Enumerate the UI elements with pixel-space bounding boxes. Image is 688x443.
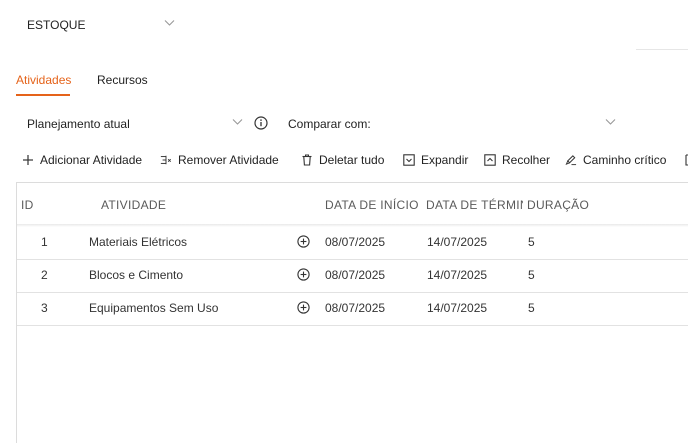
cell-id: 1 [41,235,48,249]
chevron-down-icon[interactable] [164,19,175,27]
chevron-down-icon[interactable] [232,118,243,126]
compare-plan-select[interactable]: Comparar com: [288,117,371,131]
tab-recursos[interactable]: Recursos [97,73,148,87]
collapse-button[interactable]: Recolher [484,152,550,168]
remove-list-icon [160,154,172,166]
add-activity-label: Adicionar Atividade [40,153,143,167]
add-subactivity-icon[interactable] [297,235,310,248]
divider [636,49,688,50]
table-row[interactable]: 3 Equipamentos Sem Uso 08/07/2025 14/07/… [17,292,688,326]
current-plan-select[interactable]: Planejamento atual [27,117,130,131]
cell-duration[interactable]: 5 [528,268,535,282]
cell-start-date[interactable]: 08/07/2025 [325,268,385,282]
cell-activity[interactable]: Materiais Elétricos [89,235,187,249]
column-header-id[interactable]: ID [21,198,34,212]
tab-atividades[interactable]: Atividades [16,73,71,87]
collapse-icon [484,154,496,166]
column-header-duration[interactable]: DURAÇÃO [527,198,589,212]
expand-icon [403,154,415,166]
cell-start-date[interactable]: 08/07/2025 [325,301,385,315]
cell-end-date[interactable]: 14/07/2025 [427,235,487,249]
expand-button[interactable]: Expandir [403,152,468,168]
critical-path-button[interactable]: Caminho crítico [565,152,666,168]
active-tab-indicator [16,94,70,96]
project-select-value: ESTOQUE [27,18,86,32]
remove-activity-label: Remover Atividade [178,153,279,167]
highlighter-icon [565,154,577,166]
plus-icon [22,154,34,166]
cell-end-date[interactable]: 14/07/2025 [427,268,487,282]
cell-start-date[interactable]: 08/07/2025 [325,235,385,249]
expand-label: Expandir [421,153,469,167]
document-icon [682,154,688,166]
project-select[interactable]: ESTOQUE [27,17,85,33]
cell-id: 3 [41,301,48,315]
add-subactivity-icon[interactable] [297,268,310,281]
column-header-activity[interactable]: ATIVIDADE [101,198,166,212]
cell-duration[interactable]: 5 [528,235,535,249]
add-subactivity-icon[interactable] [297,301,310,314]
table-row[interactable]: 2 Blocos e Cimento 08/07/2025 14/07/2025… [17,259,688,293]
critical-path-label: Caminho crítico [583,153,667,167]
delete-all-button[interactable]: Deletar tudo [301,152,384,168]
cell-id: 2 [41,268,48,282]
cell-duration[interactable]: 5 [528,301,535,315]
collapse-label: Recolher [502,153,551,167]
chevron-down-icon[interactable] [605,118,616,126]
cell-activity[interactable]: Blocos e Cimento [89,268,183,282]
trash-icon [301,154,313,166]
add-activity-button[interactable]: Adicionar Atividade [22,152,142,168]
remove-activity-button[interactable]: Remover Atividade [160,152,279,168]
column-header-start-date[interactable]: DATA DE INÍCIO [325,198,419,212]
column-header-end-date[interactable]: DATA DE TÉRMIN [426,198,523,212]
cell-activity[interactable]: Equipamentos Sem Uso [89,301,218,315]
cell-end-date[interactable]: 14/07/2025 [427,301,487,315]
delete-all-label: Deletar tudo [319,153,385,167]
table-row[interactable]: 1 Materiais Elétricos 08/07/2025 14/07/2… [17,226,688,260]
more-toolbar-button[interactable] [682,152,688,168]
info-icon[interactable] [254,116,268,130]
